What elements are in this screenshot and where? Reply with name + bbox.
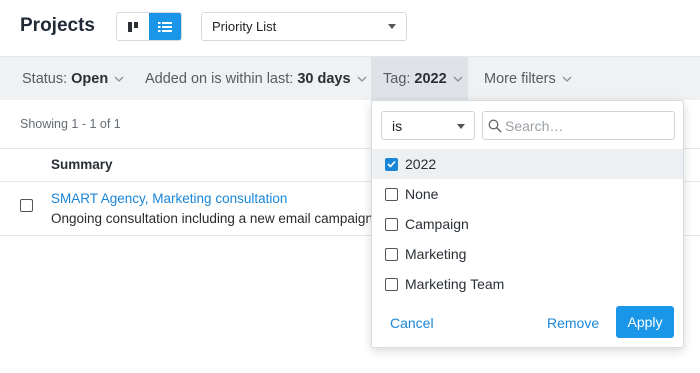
filter-bar: Status: Open Added on is within last: 30… xyxy=(0,56,700,101)
cancel-button[interactable]: Cancel xyxy=(390,315,434,331)
filter-more-label: More filters xyxy=(484,71,556,87)
operator-select[interactable]: is xyxy=(381,111,475,140)
chevron-down-icon xyxy=(114,74,124,84)
filter-status-value: Open xyxy=(71,71,109,87)
tag-option-label: 2022 xyxy=(405,156,437,172)
chevron-down-icon xyxy=(453,74,463,84)
tag-option-marketing[interactable]: Marketing xyxy=(372,239,683,269)
chevron-down-icon xyxy=(457,124,465,129)
top-bar: Projects Priority List xyxy=(0,0,700,55)
board-view-button[interactable] xyxy=(117,13,149,40)
chevron-down-icon xyxy=(562,74,572,84)
tag-option-label: None xyxy=(405,186,439,202)
apply-button[interactable]: Apply xyxy=(616,306,674,338)
list-select-value: Priority List xyxy=(212,19,277,34)
filter-added-on-value: 30 days xyxy=(297,71,351,87)
checkbox[interactable] xyxy=(385,247,398,261)
chevron-down-icon xyxy=(388,24,396,29)
row-title-link[interactable]: SMART Agency, Marketing consultation xyxy=(51,191,287,206)
list-view-button[interactable] xyxy=(149,13,181,40)
tag-option-marketing-team[interactable]: Marketing Team xyxy=(372,269,683,299)
tag-search xyxy=(482,111,675,140)
chevron-down-icon xyxy=(357,74,367,84)
tag-option-label: Campaign xyxy=(405,216,469,232)
tag-options-list: 2022 None Campaign Marketing Marketing T… xyxy=(372,149,683,299)
tag-option-none[interactable]: None xyxy=(372,179,683,209)
filter-tag[interactable]: Tag: 2022 xyxy=(371,57,468,101)
tag-filter-dropdown: is 2022 None Campaign Marketing xyxy=(371,100,684,348)
list-select[interactable]: Priority List xyxy=(201,12,407,41)
tag-option-label: Marketing Team xyxy=(405,276,505,292)
tag-option-label: Marketing xyxy=(405,246,467,262)
checkmark-icon xyxy=(387,160,396,168)
filter-tag-value: 2022 xyxy=(414,71,447,87)
results-count: Showing 1 - 1 of 1 xyxy=(20,117,121,131)
filter-status-label: Status: xyxy=(22,71,68,87)
row-description: Ongoing consultation including a new ema… xyxy=(51,211,381,226)
checkbox[interactable] xyxy=(385,187,398,201)
filter-added-on-label: Added on is within last: xyxy=(145,71,294,87)
tag-search-input[interactable] xyxy=(505,117,665,134)
filter-status[interactable]: Status: Open xyxy=(22,57,124,101)
tag-option-campaign[interactable]: Campaign xyxy=(372,209,683,239)
row-checkbox[interactable] xyxy=(20,199,33,212)
checkbox[interactable] xyxy=(385,217,398,231)
filter-tag-label: Tag: xyxy=(383,71,411,87)
list-view-icon xyxy=(158,21,172,32)
board-view-icon xyxy=(128,21,138,32)
filter-added-on[interactable]: Added on is within last: 30 days xyxy=(145,57,367,101)
dropdown-footer: Cancel Remove Apply xyxy=(372,306,683,338)
tag-option-2022[interactable]: 2022 xyxy=(372,149,683,179)
view-toggle xyxy=(116,12,182,41)
search-icon xyxy=(483,112,505,139)
remove-button[interactable]: Remove xyxy=(547,315,599,331)
filter-more[interactable]: More filters xyxy=(484,57,572,101)
column-summary[interactable]: Summary xyxy=(51,157,113,172)
checkbox-checked[interactable] xyxy=(385,157,398,171)
checkbox[interactable] xyxy=(385,277,398,291)
operator-value: is xyxy=(392,117,403,134)
page-title: Projects xyxy=(20,15,95,36)
